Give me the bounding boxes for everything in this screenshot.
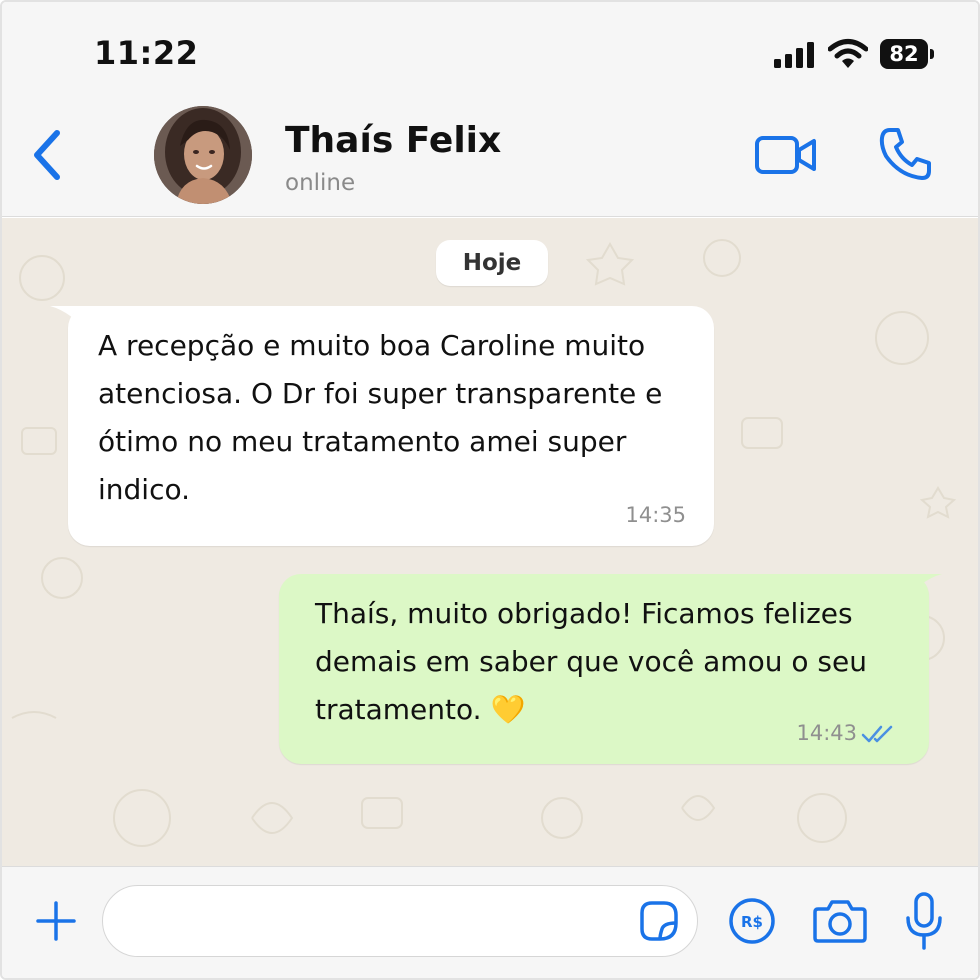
battery-icon: 82 (880, 39, 928, 69)
message-time: 14:35 (625, 503, 686, 527)
message-input[interactable] (102, 885, 698, 957)
plus-icon[interactable] (36, 901, 76, 941)
outgoing-message-bubble[interactable]: Thaís, muito obrigado! Ficamos felizes d… (279, 574, 929, 764)
status-time: 11:22 (94, 34, 199, 72)
message-text: A recepção e muito boa Caroline muito at… (98, 329, 663, 506)
back-chevron-icon[interactable] (30, 128, 64, 182)
camera-icon[interactable] (812, 897, 868, 945)
message-text: Thaís, muito obrigado! Ficamos felizes d… (315, 597, 867, 726)
phone-icon[interactable] (878, 126, 932, 182)
incoming-message-bubble[interactable]: A recepção e muito boa Caroline muito at… (68, 306, 714, 546)
svg-text:R$: R$ (741, 913, 763, 931)
chat-screen: 11:22 82 Thaís Felix online Hoje A recep… (0, 0, 980, 980)
contact-name[interactable]: Thaís Felix (285, 120, 501, 161)
contact-status: online (285, 170, 356, 196)
battery-tip (930, 49, 934, 59)
wifi-icon (828, 38, 868, 70)
chat-area[interactable]: Hoje A recepção e muito boa Caroline mui… (2, 218, 978, 866)
message-time: 14:43 (796, 721, 857, 745)
top-bar: 11:22 82 Thaís Felix online (2, 2, 978, 217)
day-separator: Hoje (436, 240, 548, 286)
sticker-icon[interactable] (636, 899, 680, 943)
signal-icon (774, 42, 816, 68)
read-receipt-icon (861, 725, 893, 743)
pix-icon[interactable]: R$ (728, 897, 776, 945)
input-bar: R$ (2, 866, 978, 978)
contact-avatar[interactable] (154, 106, 252, 204)
microphone-icon[interactable] (904, 891, 944, 951)
video-call-icon[interactable] (754, 132, 818, 178)
